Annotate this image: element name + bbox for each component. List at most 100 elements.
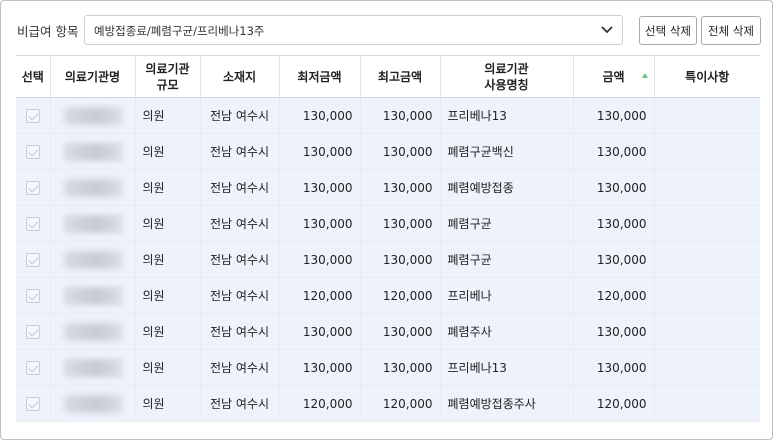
blurred-institution-name (63, 178, 122, 197)
cell-location: 전남 여수시 (200, 205, 280, 242)
cell-location: 전남 여수시 (200, 385, 280, 422)
cell-min-price: 120,000 (279, 385, 361, 422)
cell-note (654, 97, 760, 134)
cell-amount: 130,000 (573, 169, 655, 206)
cell-min-price: 130,000 (279, 133, 361, 170)
header-scale-line2: 규모 (156, 77, 179, 92)
cell-use-name: 폐렴주사 (440, 313, 574, 350)
blurred-institution-name (63, 322, 122, 341)
blurred-institution-name (63, 214, 122, 233)
cell-location: 전남 여수시 (200, 97, 280, 134)
cell-max-price: 130,000 (360, 97, 441, 134)
cell-scale: 의원 (135, 97, 201, 134)
table-header-row: 선택 의료기관명 의료기관 규모 소재지 최저금액 최고금액 의료기관 사용명칭… (16, 55, 760, 98)
row-checkbox[interactable] (25, 396, 40, 411)
table-row[interactable]: 의원 전남 여수시 130,000 130,000 프리베나13 130,000 (16, 349, 760, 386)
nonpayment-item-panel: 비급여 항목 예방접종료/폐렴구균/프리베나13주 선택 삭제 전체 삭제 선택… (0, 0, 773, 440)
cell-use-name: 프리베나13 (440, 349, 574, 386)
cell-scale: 의원 (135, 241, 201, 278)
row-checkbox[interactable] (25, 360, 40, 375)
header-amount-label: 금액 (602, 69, 625, 84)
cell-location: 전남 여수시 (200, 349, 280, 386)
blurred-institution-name (63, 250, 122, 269)
cell-amount: 130,000 (573, 241, 655, 278)
row-checkbox[interactable] (25, 324, 40, 339)
delete-selected-button[interactable]: 선택 삭제 (639, 16, 697, 45)
cell-location: 전남 여수시 (200, 313, 280, 350)
cell-scale: 의원 (135, 277, 201, 314)
header-amount[interactable]: 금액 (573, 55, 655, 98)
cell-max-price: 130,000 (360, 313, 441, 350)
header-note[interactable]: 특이사항 (654, 55, 760, 98)
cell-location: 전남 여수시 (200, 241, 280, 278)
cell-use-name: 폐렴구균백신 (440, 133, 574, 170)
table-row[interactable]: 의원 전남 여수시 120,000 120,000 프리베나 120,000 (16, 277, 760, 314)
cell-amount: 120,000 (573, 277, 655, 314)
row-checkbox[interactable] (25, 216, 40, 231)
cell-use-name: 폐렴예방접종 (440, 169, 574, 206)
cell-max-price: 130,000 (360, 241, 441, 278)
header-institution-name[interactable]: 의료기관명 (50, 55, 136, 98)
header-institution-scale[interactable]: 의료기관 규모 (135, 55, 201, 98)
cell-min-price: 120,000 (279, 277, 361, 314)
row-checkbox[interactable] (25, 252, 40, 267)
header-location[interactable]: 소재지 (200, 55, 280, 98)
cell-min-price: 130,000 (279, 97, 361, 134)
cell-note (654, 277, 760, 314)
table-row[interactable]: 의원 전남 여수시 130,000 130,000 프리베나13 130,000 (16, 97, 760, 134)
cell-use-name: 프리베나13 (440, 97, 574, 134)
header-scale-line1: 의료기관 (145, 61, 190, 76)
header-use-name[interactable]: 의료기관 사용명칭 (440, 55, 574, 98)
cell-note (654, 169, 760, 206)
nonpayment-item-select[interactable]: 예방접종료/폐렴구균/프리베나13주 (84, 15, 623, 45)
cell-max-price: 130,000 (360, 349, 441, 386)
filter-row: 비급여 항목 예방접종료/폐렴구균/프리베나13주 선택 삭제 전체 삭제 (1, 15, 772, 45)
cell-amount: 130,000 (573, 97, 655, 134)
cell-location: 전남 여수시 (200, 133, 280, 170)
cell-min-price: 130,000 (279, 313, 361, 350)
blurred-institution-name (63, 106, 122, 125)
cell-scale: 의원 (135, 205, 201, 242)
header-use-name-line2: 사용명칭 (484, 77, 529, 92)
row-checkbox[interactable] (25, 144, 40, 159)
selected-item-text: 예방접종료/폐렴구균/프리베나13주 (94, 24, 265, 38)
cell-location: 전남 여수시 (200, 169, 280, 206)
table-row[interactable]: 의원 전남 여수시 120,000 120,000 폐렴예방접종주사 120,0… (16, 385, 760, 422)
cell-scale: 의원 (135, 313, 201, 350)
cell-amount: 130,000 (573, 205, 655, 242)
table-row[interactable]: 의원 전남 여수시 130,000 130,000 폐렴구균백신 130,000 (16, 133, 760, 170)
cell-amount: 130,000 (573, 133, 655, 170)
table-row[interactable]: 의원 전남 여수시 130,000 130,000 폐렴주사 130,000 (16, 313, 760, 350)
cell-max-price: 130,000 (360, 133, 441, 170)
cell-max-price: 120,000 (360, 277, 441, 314)
cell-note (654, 241, 760, 278)
blurred-institution-name (63, 142, 122, 161)
row-checkbox[interactable] (25, 108, 40, 123)
cell-scale: 의원 (135, 169, 201, 206)
table-row[interactable]: 의원 전남 여수시 130,000 130,000 폐렴구균 130,000 (16, 205, 760, 242)
cell-note (654, 313, 760, 350)
delete-all-button[interactable]: 전체 삭제 (701, 16, 761, 45)
row-checkbox[interactable] (25, 288, 40, 303)
cell-max-price: 130,000 (360, 169, 441, 206)
cell-min-price: 130,000 (279, 169, 361, 206)
row-checkbox[interactable] (25, 180, 40, 195)
table-row[interactable]: 의원 전남 여수시 130,000 130,000 폐렴예방접종 130,000 (16, 169, 760, 206)
table-row[interactable]: 의원 전남 여수시 130,000 130,000 폐렴구균 130,000 (16, 241, 760, 278)
cell-scale: 의원 (135, 385, 201, 422)
cell-note (654, 349, 760, 386)
sort-ascending-icon (641, 73, 648, 78)
cell-use-name: 폐렴구균 (440, 241, 574, 278)
header-max-price[interactable]: 최고금액 (360, 55, 441, 98)
cell-scale: 의원 (135, 349, 201, 386)
blurred-institution-name (63, 358, 122, 377)
cell-max-price: 130,000 (360, 205, 441, 242)
cell-use-name: 폐렴예방접종주사 (440, 385, 574, 422)
header-min-price[interactable]: 최저금액 (279, 55, 361, 98)
filter-label: 비급여 항목 (17, 24, 79, 39)
institution-price-table: 선택 의료기관명 의료기관 규모 소재지 최저금액 최고금액 의료기관 사용명칭… (16, 55, 760, 422)
cell-amount: 130,000 (573, 349, 655, 386)
cell-scale: 의원 (135, 133, 201, 170)
cell-location: 전남 여수시 (200, 277, 280, 314)
cell-amount: 120,000 (573, 385, 655, 422)
